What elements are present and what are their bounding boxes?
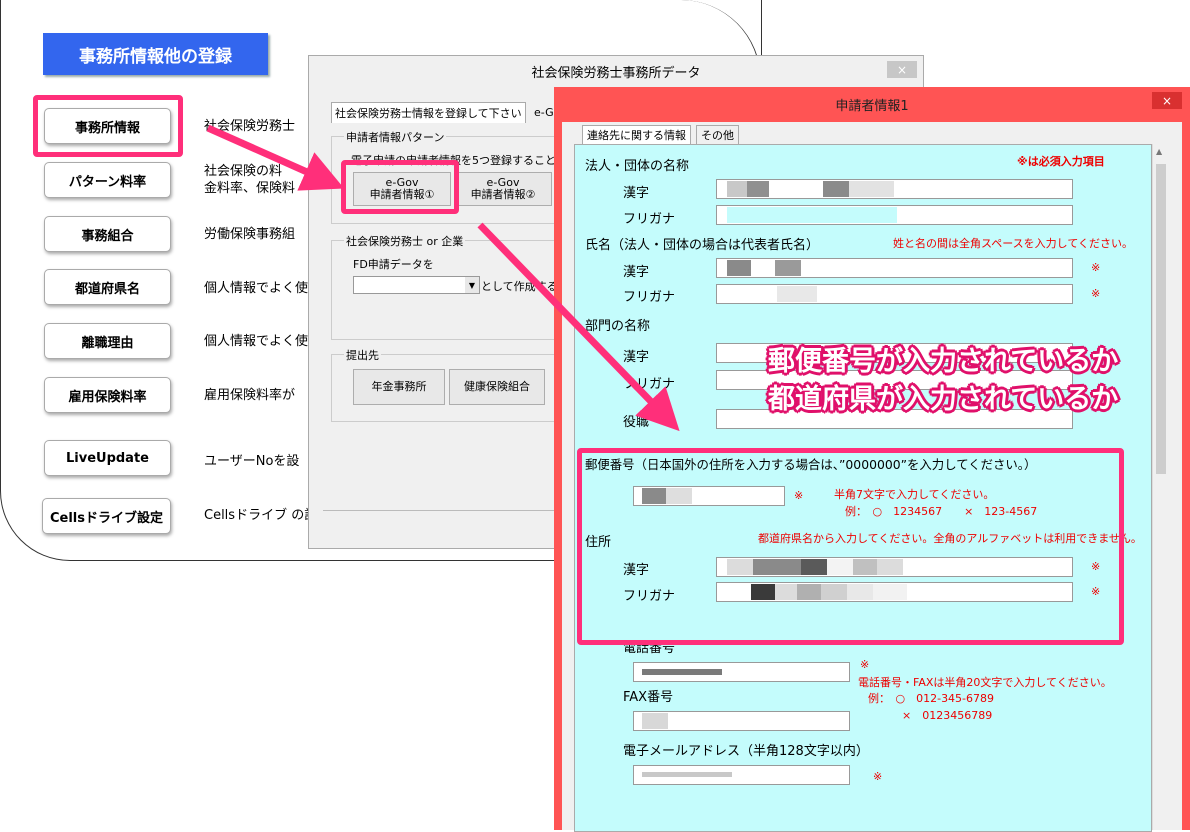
corp-name-heading: 法人・団体の名称 <box>585 159 690 174</box>
highlight-applicant-1 <box>341 160 459 214</box>
tab-other[interactable]: その他 <box>696 125 739 144</box>
pension-office-button[interactable]: 年金事務所 <box>353 369 445 405</box>
form-scrollbar[interactable]: ▲ <box>1152 144 1170 830</box>
separation-reason-desc: 個人情報でよく使 <box>204 334 308 349</box>
email-label: 電子メールアドレス（半角128文字以内） <box>623 744 869 759</box>
fax-input[interactable] <box>633 711 850 731</box>
prefecture-desc: 個人情報でよく使 <box>204 281 308 296</box>
close-icon[interactable]: × <box>1152 92 1182 109</box>
fax-label: FAX番号 <box>623 690 674 705</box>
tab-egov[interactable]: e-G <box>531 104 557 121</box>
tab-contact-info[interactable]: 連絡先に関する情報 <box>582 125 691 144</box>
pattern-rate-button[interactable]: パターン料率 <box>44 162 171 198</box>
applicant-info-window-title: 申請者情報1 <box>835 99 909 114</box>
required-note: ※は必須入力項目 <box>1017 155 1105 168</box>
chevron-down-icon[interactable]: ▼ <box>465 277 479 293</box>
cells-drive-button[interactable]: Cellsドライブ設定 <box>42 498 171 534</box>
liveupdate-button[interactable]: LiveUpdate <box>44 440 171 476</box>
liveupdate-desc: ユーザーNoを設 <box>204 454 300 469</box>
corp-kanji-input[interactable] <box>716 179 1073 199</box>
corp-kanji-label: 漢字 <box>623 186 650 201</box>
labor-union-button[interactable]: 事務組合 <box>44 216 171 252</box>
office-info-desc: 社会保険労務士 <box>204 119 296 134</box>
callout-text: 郵便番号が入力されているか 都道府県が入力されているか <box>768 343 1118 419</box>
person-furigana-input[interactable] <box>716 284 1073 304</box>
office-data-window-title: 社会保険労務士事務所データ <box>309 56 923 86</box>
phone-fax-note: 電話番号・FAXは半角20文字で入力してください。 <box>858 676 1112 689</box>
required-mark: ※ <box>1091 287 1101 300</box>
chevron-up-icon[interactable]: ▲ <box>1156 147 1162 156</box>
email-input[interactable] <box>633 765 850 785</box>
separation-reason-button[interactable]: 離職理由 <box>44 323 171 359</box>
employment-insurance-rate-desc: 雇用保険料率が <box>204 388 296 403</box>
phone-example-ok: 例： ○ 012-345-6789 <box>868 692 995 705</box>
person-furigana-label: フリガナ <box>623 290 676 305</box>
phone-example-ng: × 0123456789 <box>902 709 993 722</box>
health-insurance-union-button[interactable]: 健康保険組合 <box>449 369 545 405</box>
cells-drive-desc: Cellsドライブ の設 <box>204 508 308 523</box>
menu-title: 事務所情報他の登録 <box>43 33 268 75</box>
highlight-office-info <box>33 95 183 157</box>
required-mark: ※ <box>860 658 870 671</box>
pattern-rate-desc: 社会保険の料 金料率、保険料 <box>204 164 296 196</box>
prefecture-button[interactable]: 都道府県名 <box>44 269 171 305</box>
dept-kanji-label: 漢字 <box>623 350 650 365</box>
fd-type-select[interactable]: ▼ <box>353 276 480 294</box>
person-kanji-input[interactable] <box>716 258 1073 278</box>
highlight-postal-address <box>577 448 1124 645</box>
person-name-heading: 氏名（法人・団体の場合は代表者氏名） <box>585 238 820 253</box>
employment-insurance-rate-button[interactable]: 雇用保険料率 <box>44 377 171 413</box>
person-kanji-label: 漢字 <box>623 265 650 280</box>
phone-input[interactable] <box>633 662 850 682</box>
corp-furigana-input[interactable] <box>716 205 1073 225</box>
applicant-pattern-label: 申請者情報パターン <box>344 129 447 145</box>
dept-furigana-label: フリガナ <box>623 377 676 392</box>
name-space-note: 姓と名の間は全角スペースを入力してください。 <box>893 237 1134 250</box>
egov-applicant-2-button[interactable]: e-Gov 申請者情報② <box>454 172 552 206</box>
labor-union-desc: 労働保険事務組 <box>204 227 296 242</box>
callout-line-1: 郵便番号が入力されているか <box>768 346 1119 377</box>
dept-heading: 部門の名称 <box>585 319 651 334</box>
callout-line-2: 都道府県が入力されているか <box>768 384 1119 415</box>
tab-office-info[interactable]: 社会保険労務士情報を登録して下さい <box>331 102 526 123</box>
scrollbar-thumb[interactable] <box>1156 164 1166 474</box>
submit-to-label: 提出先 <box>344 347 381 363</box>
required-mark: ※ <box>873 770 883 783</box>
close-icon[interactable]: × <box>887 61 917 78</box>
corp-furigana-label: フリガナ <box>623 212 676 227</box>
sharoushi-or-company-label: 社会保険労務士 or 企業 <box>344 233 466 249</box>
fd-label: FD申請データを <box>353 258 434 271</box>
required-mark: ※ <box>1091 261 1101 274</box>
job-title-label: 役職 <box>623 415 650 430</box>
